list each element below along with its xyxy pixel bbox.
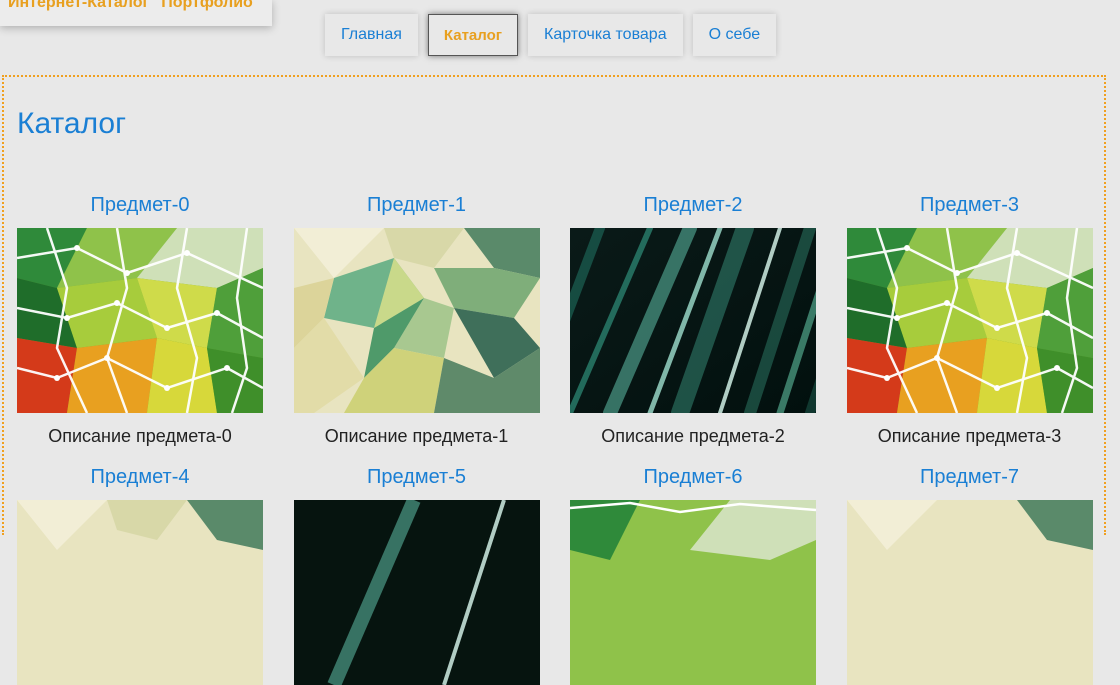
catalog-item: Предмет-0 Описание предмета-0	[17, 192, 263, 447]
page-title: Каталог	[17, 107, 127, 140]
catalog-item: Предмет-6	[570, 447, 816, 685]
catalog-item-description: Описание предмета-3	[877, 426, 1062, 446]
catalog-item-description: Описание предмета-0	[48, 426, 232, 446]
catalog-item-title[interactable]: Предмет-0	[90, 192, 189, 218]
catalog-item: Предмет-5	[293, 447, 540, 685]
catalog-item-image[interactable]	[570, 500, 816, 685]
catalog-item: Предмет-1 Описание предмета-1	[293, 192, 540, 447]
catalog-item: Предмет-7	[846, 447, 1093, 685]
catalog-item-title[interactable]: Предмет-3	[920, 192, 1019, 218]
teal-light-streaks-image	[293, 500, 540, 685]
yellow-green-polygons-image	[293, 228, 540, 413]
catalog-item-image[interactable]	[17, 228, 263, 413]
catalog-item-description: Описание предмета-2	[601, 426, 785, 446]
catalog-item-image[interactable]	[846, 228, 1093, 413]
green-geometric-web-image	[570, 500, 816, 685]
catalog-item-image[interactable]	[293, 500, 540, 685]
nav-item-home[interactable]: Главная	[325, 14, 418, 56]
yellow-green-polygons-image	[846, 500, 1093, 685]
catalog-item-title[interactable]: Предмет-2	[643, 192, 742, 218]
main-content: Каталог Предмет-0 Описание предмета-0 Пр…	[2, 75, 1106, 685]
nav-item-about[interactable]: О себе	[692, 14, 777, 56]
catalog-item-image[interactable]	[17, 500, 263, 685]
green-geometric-web-image	[846, 228, 1093, 413]
catalog-item: Предмет-2 Описание предмета-2	[570, 192, 816, 447]
catalog-item-description: Описание предмета-1	[324, 426, 509, 446]
catalog-item-image[interactable]	[846, 500, 1093, 685]
catalog-item-image[interactable]	[570, 228, 816, 413]
site-logo[interactable]: Интернет-Каталог "Портфолио"	[0, 0, 272, 26]
catalog-item-title[interactable]: Предмет-1	[367, 192, 466, 218]
green-geometric-web-image	[17, 228, 263, 413]
main-nav: Главная Каталог Карточка товара О себе	[325, 14, 777, 56]
catalog-item-title[interactable]: Предмет-5	[367, 464, 466, 490]
site-logo-text: Интернет-Каталог "Портфолио"	[8, 0, 261, 11]
nav-item-catalog[interactable]: Каталог	[427, 14, 519, 56]
nav-item-product-card[interactable]: Карточка товара	[528, 14, 683, 56]
catalog-item: Предмет-4	[17, 447, 263, 685]
catalog-item-title[interactable]: Предмет-4	[90, 464, 189, 490]
teal-light-streaks-image	[570, 228, 816, 413]
catalog-item-title[interactable]: Предмет-7	[920, 464, 1019, 490]
catalog-grid: Предмет-0 Описание предмета-0 Предмет-1 …	[17, 192, 1097, 685]
catalog-item-image[interactable]	[293, 228, 540, 413]
catalog-item: Предмет-3 Описание предмета-3	[846, 192, 1093, 447]
catalog-item-title[interactable]: Предмет-6	[643, 464, 742, 490]
yellow-green-polygons-image	[17, 500, 263, 685]
